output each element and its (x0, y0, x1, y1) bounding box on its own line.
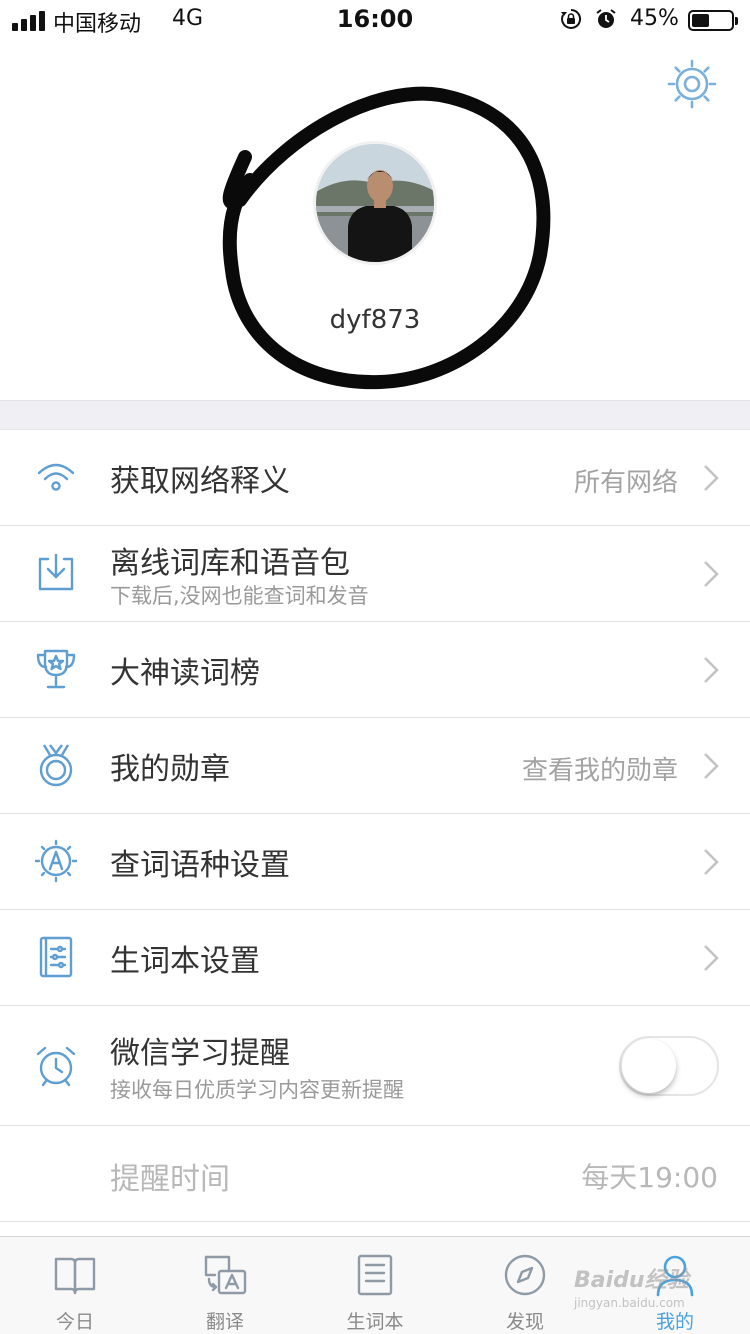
watermark: Baidu经验 jingyan.baidu.com (574, 1262, 714, 1310)
chevron-right-icon (704, 657, 719, 683)
book-icon (54, 1257, 96, 1295)
tab-label: 发现 (505, 1311, 544, 1333)
menu-item-title: 微信学习提醒 (110, 1036, 290, 1071)
menu-item-network[interactable]: 获取网络释义 所有网络 (0, 430, 750, 526)
menu-item-value: 查看我的勋章 (521, 756, 678, 786)
section-divider (0, 400, 750, 430)
watermark-text: Baidu经验 (574, 1268, 689, 1293)
translate-icon (204, 1255, 247, 1295)
menu-item-remind-time[interactable]: 提醒时间 每天19:00 (0, 1126, 750, 1222)
chevron-right-icon (704, 945, 719, 971)
language-icon (34, 839, 78, 883)
status-bar: 中国移动 4G 16:00 45% (0, 0, 750, 40)
chevron-right-icon (704, 465, 719, 491)
tab-translate[interactable]: 翻译 (150, 1237, 300, 1334)
menu-item-title: 获取网络释义 (110, 464, 290, 499)
tab-today[interactable]: 今日 (0, 1237, 150, 1334)
tab-label: 翻译 (205, 1311, 244, 1333)
wifi-icon (37, 463, 75, 491)
menu-item-title: 我的勋章 (110, 752, 230, 787)
tab-wordbook[interactable]: 生词本 (300, 1237, 450, 1334)
tab-label: 我的 (655, 1311, 694, 1333)
notebook-icon (357, 1254, 393, 1296)
battery-icon (688, 10, 738, 31)
menu-item-title: 查词语种设置 (110, 848, 290, 883)
settings-list: 获取网络释义 所有网络 离线词库和语音包 下载后,没网也能查词和发音 大神读词榜 (0, 430, 750, 1222)
profile-header: dyf873 (0, 40, 750, 400)
menu-item-ranking[interactable]: 大神读词榜 (0, 622, 750, 718)
download-icon (38, 553, 74, 591)
menu-item-title: 离线词库和语音包 (110, 546, 350, 581)
avatar[interactable] (313, 141, 437, 265)
username[interactable]: dyf873 (0, 305, 750, 335)
compass-icon (504, 1254, 546, 1296)
tab-label: 生词本 (346, 1311, 404, 1333)
menu-item-title: 大神读词榜 (110, 656, 260, 691)
menu-item-medals[interactable]: 我的勋章 查看我的勋章 (0, 718, 750, 814)
menu-item-language[interactable]: 查词语种设置 (0, 814, 750, 910)
chevron-right-icon (704, 753, 719, 779)
menu-item-subtitle: 下载后,没网也能查词和发音 (110, 584, 369, 608)
menu-item-wechat-reminder: 微信学习提醒 接收每日优质学习内容更新提醒 (0, 1006, 750, 1126)
watermark-url: jingyan.baidu.com (574, 1296, 685, 1310)
menu-item-offline[interactable]: 离线词库和语音包 下载后,没网也能查词和发音 (0, 526, 750, 622)
menu-item-value: 每天19:00 (581, 1161, 718, 1194)
rotation-lock-icon (561, 8, 582, 29)
menu-item-title: 生词本设置 (110, 944, 260, 979)
battery-percent: 45% (630, 6, 679, 31)
menu-item-value: 所有网络 (573, 468, 678, 498)
trophy-icon (36, 649, 76, 689)
wechat-reminder-toggle[interactable] (619, 1036, 719, 1096)
chevron-right-icon (704, 849, 719, 875)
menu-item-subtitle: 接收每日优质学习内容更新提醒 (110, 1078, 404, 1102)
tab-label: 今日 (55, 1311, 94, 1333)
chevron-right-icon (704, 561, 719, 587)
menu-item-title: 提醒时间 (110, 1162, 230, 1197)
wordbook-settings-icon (39, 936, 73, 978)
alarm-clock-icon (36, 1046, 76, 1087)
menu-item-wordbook[interactable]: 生词本设置 (0, 910, 750, 1006)
toggle-knob (622, 1039, 676, 1093)
medal-icon (39, 744, 73, 787)
alarm-status-icon (596, 9, 616, 28)
